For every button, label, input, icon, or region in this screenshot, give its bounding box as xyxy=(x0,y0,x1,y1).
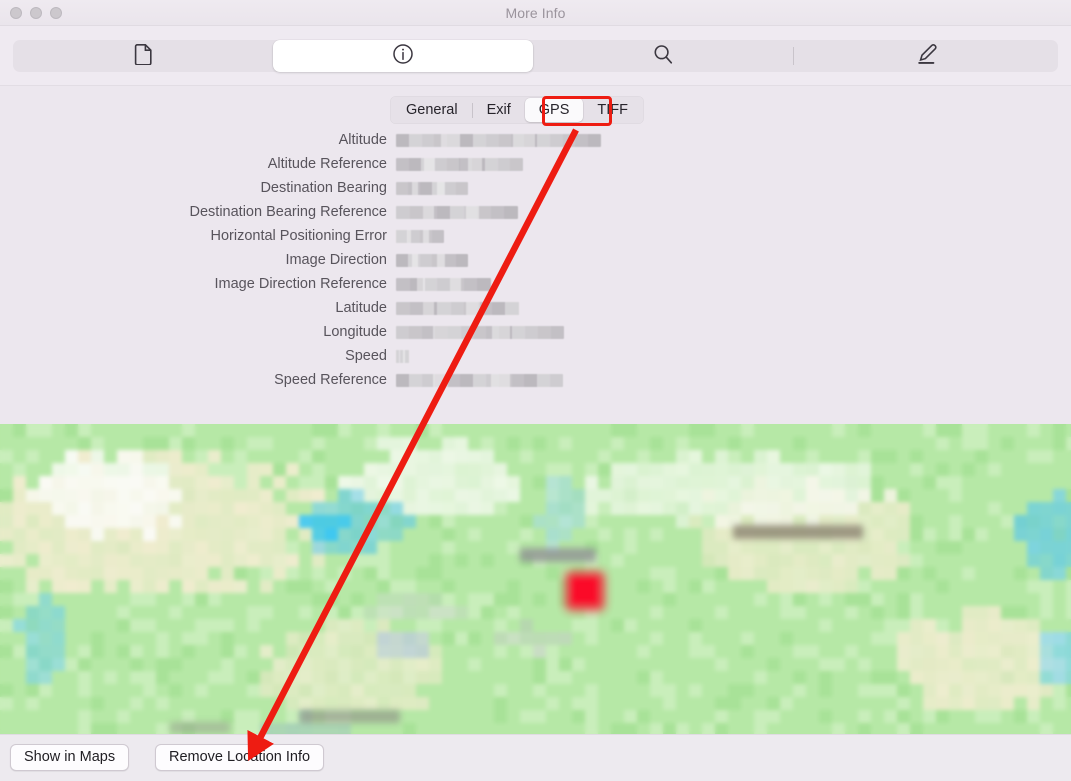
metadata-value-redacted xyxy=(396,325,564,339)
metadata-tabbar: General Exif GPS TIFF xyxy=(390,96,644,124)
show-in-maps-button[interactable]: Show in Maps xyxy=(10,744,130,771)
tab-search[interactable] xyxy=(533,40,793,72)
metadata-value-redacted xyxy=(396,157,523,171)
metadata-label: Image Direction xyxy=(285,252,387,268)
tab-gps[interactable]: GPS xyxy=(524,98,584,122)
metadata-label: Image Direction Reference xyxy=(214,276,387,292)
bottom-action-bar: Show in Maps Remove Location Info xyxy=(0,734,1071,781)
metadata-row: Longitude xyxy=(0,320,1071,344)
metadata-row: Image Direction Reference xyxy=(0,272,1071,296)
document-icon xyxy=(134,43,152,70)
metadata-label: Destination Bearing Reference xyxy=(189,204,387,220)
metadata-row: Destination Bearing Reference xyxy=(0,200,1071,224)
info-circle-icon xyxy=(392,43,414,70)
metadata-label: Altitude xyxy=(338,132,387,148)
tab-info[interactable] xyxy=(273,40,533,72)
window-titlebar: More Info xyxy=(0,0,1071,26)
pencil-markup-icon xyxy=(914,42,938,71)
metadata-row: Image Direction xyxy=(0,248,1071,272)
more-info-window: More Info General Exif GPS TIFF Altitude… xyxy=(0,0,1071,781)
tab-tiff[interactable]: TIFF xyxy=(583,98,642,122)
gps-metadata-list: Altitude Altitude Reference Destination Be… xyxy=(0,128,1071,424)
metadata-label: Latitude xyxy=(335,300,387,316)
metadata-row: Altitude Reference xyxy=(0,152,1071,176)
metadata-value-redacted xyxy=(396,277,491,291)
map-preview[interactable] xyxy=(0,424,1071,734)
metadata-row: Altitude xyxy=(0,128,1071,152)
window-title: More Info xyxy=(505,5,566,21)
metadata-value-redacted xyxy=(396,133,601,147)
metadata-row: Speed Reference xyxy=(0,368,1071,392)
search-icon xyxy=(652,43,674,70)
metadata-value-redacted xyxy=(396,181,468,195)
metadata-value-redacted xyxy=(396,373,563,387)
metadata-row: Speed xyxy=(0,344,1071,368)
metadata-label: Altitude Reference xyxy=(267,156,387,172)
toolbar xyxy=(0,26,1071,86)
tab-markup[interactable] xyxy=(794,40,1057,72)
metadata-label: Speed xyxy=(345,348,387,364)
tab-exif[interactable]: Exif xyxy=(473,98,525,122)
tab-general[interactable]: General xyxy=(392,98,472,122)
metadata-value-redacted xyxy=(396,205,518,219)
metadata-value-redacted xyxy=(396,229,444,243)
remove-location-info-button[interactable]: Remove Location Info xyxy=(155,744,325,771)
metadata-row: Destination Bearing xyxy=(0,176,1071,200)
metadata-label: Longitude xyxy=(323,324,387,340)
metadata-row: Latitude xyxy=(0,296,1071,320)
tab-document[interactable] xyxy=(13,40,273,72)
metadata-label: Destination Bearing xyxy=(260,180,387,196)
metadata-value-redacted xyxy=(396,301,519,315)
metadata-value-redacted xyxy=(396,349,409,363)
toolbar-segmented-control xyxy=(13,40,1058,72)
metadata-label: Speed Reference xyxy=(274,372,387,388)
metadata-row: Horizontal Positioning Error xyxy=(0,224,1071,248)
map-canvas xyxy=(0,424,1071,734)
metadata-value-redacted xyxy=(396,253,468,267)
metadata-label: Horizontal Positioning Error xyxy=(210,228,388,244)
